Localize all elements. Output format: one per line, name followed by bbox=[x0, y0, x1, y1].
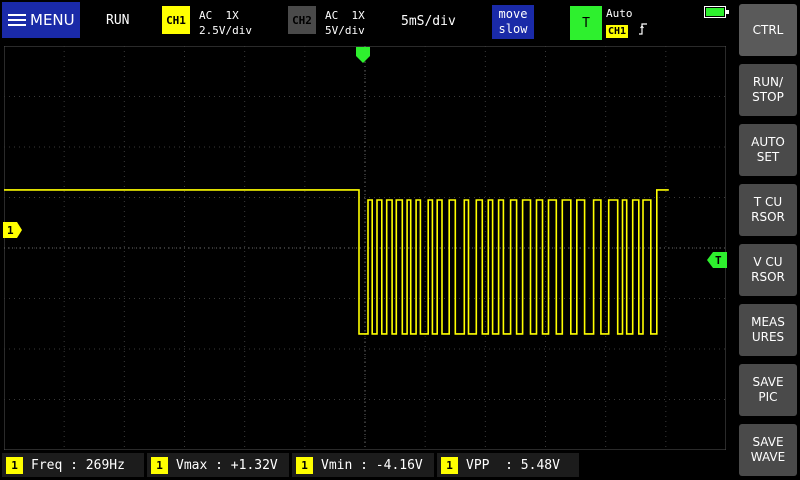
measure-value: Freq : 269Hz bbox=[31, 457, 125, 473]
measure-ch-tag: 1 bbox=[6, 456, 23, 474]
measure-value: Vmin : -4.16V bbox=[321, 457, 423, 473]
ch1-scale: 2.5V/div bbox=[199, 24, 252, 37]
measure-vpp[interactable]: 1 VPP : 5.48V bbox=[437, 453, 579, 477]
ch1-coupling: AC 1X bbox=[199, 9, 239, 22]
hamburger-icon bbox=[8, 11, 26, 29]
menu-button[interactable]: MENU bbox=[2, 2, 80, 38]
move-speed-button[interactable]: move slow bbox=[492, 5, 534, 39]
measures-button[interactable]: MEAS URES bbox=[739, 304, 797, 356]
auto-set-button[interactable]: AUTO SET bbox=[739, 124, 797, 176]
run-state: RUN bbox=[106, 13, 130, 28]
ch1-badge[interactable]: CH1 bbox=[162, 6, 190, 34]
measure-vmin[interactable]: 1 Vmin : -4.16V bbox=[292, 453, 434, 477]
ch1-position-marker[interactable]: 1 bbox=[3, 222, 23, 238]
ch1-marker-label: 1 bbox=[7, 224, 14, 237]
run-stop-button[interactable]: RUN/ STOP bbox=[739, 64, 797, 116]
trigger-badge[interactable]: T bbox=[570, 6, 602, 40]
measure-vmax[interactable]: 1 Vmax : +1.32V bbox=[147, 453, 289, 477]
save-wave-button[interactable]: SAVE WAVE bbox=[739, 424, 797, 476]
measure-ch-tag: 1 bbox=[296, 456, 313, 474]
ch2-badge[interactable]: CH2 bbox=[288, 6, 316, 34]
waveform-display[interactable] bbox=[4, 46, 726, 450]
ch2-settings[interactable]: AC 1X 5V/div bbox=[325, 8, 365, 38]
measure-freq[interactable]: 1 Freq : 269Hz bbox=[2, 453, 144, 477]
ch2-scale: 5V/div bbox=[325, 24, 365, 37]
trigger-time-marker[interactable] bbox=[356, 47, 370, 63]
move-speed-line1: move bbox=[498, 7, 528, 21]
measure-value: Vmax : +1.32V bbox=[176, 457, 278, 473]
battery-icon bbox=[704, 6, 729, 18]
measure-value: VPP : 5.48V bbox=[466, 457, 560, 473]
trigger-source[interactable]: CH1 bbox=[606, 25, 629, 38]
trigger-level-label: T bbox=[715, 254, 722, 267]
ch2-coupling: AC 1X bbox=[325, 9, 365, 22]
rising-edge-icon bbox=[639, 23, 647, 38]
ctrl-button[interactable]: CTRL bbox=[739, 4, 797, 56]
t-cursor-button[interactable]: T CU RSOR bbox=[739, 184, 797, 236]
move-speed-line2: slow bbox=[498, 22, 528, 36]
trigger-level-marker[interactable]: T bbox=[707, 252, 727, 268]
v-cursor-button[interactable]: V CU RSOR bbox=[739, 244, 797, 296]
ch1-settings[interactable]: AC 1X 2.5V/div bbox=[199, 8, 252, 38]
trigger-mode[interactable]: Auto bbox=[606, 7, 633, 20]
measure-ch-tag: 1 bbox=[151, 456, 168, 474]
save-pic-button[interactable]: SAVE PIC bbox=[739, 364, 797, 416]
menu-label: MENU bbox=[30, 11, 75, 29]
timebase-label[interactable]: 5mS/div bbox=[401, 14, 456, 29]
measure-ch-tag: 1 bbox=[441, 456, 458, 474]
